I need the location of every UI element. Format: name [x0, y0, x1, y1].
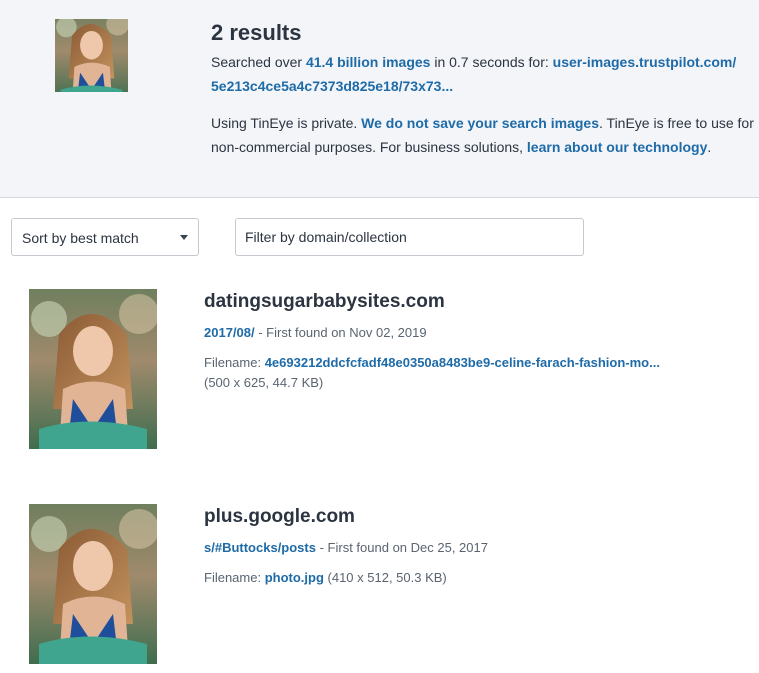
result-count-heading: 2 results	[211, 20, 302, 45]
query-image-thumbnail[interactable]	[55, 19, 128, 92]
result-filename-line: Filename: 4e693212ddcfcfadf48e0350a8483b…	[204, 355, 660, 370]
result-path-line: s/#Buttocks/posts - First found on Dec 2…	[204, 540, 488, 555]
chevron-down-icon	[180, 235, 188, 240]
technology-link[interactable]: learn about our technology	[527, 139, 707, 155]
result-first-found: - First found on Nov 02, 2019	[254, 325, 427, 340]
search-info-text: Searched over 41.4 billion images in 0.7…	[211, 50, 741, 98]
result-image-details: (410 x 512, 50.3 KB)	[323, 570, 447, 585]
images-count-link[interactable]: 41.4 billion images	[306, 54, 431, 70]
privacy-end: .	[707, 138, 712, 155]
result-image-thumbnail[interactable]	[29, 504, 157, 664]
search-info-middle: in 0.7 seconds for:	[430, 54, 553, 70]
result-path-link[interactable]: s/#Buttocks/posts	[204, 540, 316, 555]
sort-dropdown[interactable]: Sort by best match	[11, 218, 199, 256]
sort-dropdown-value: Sort by best match	[22, 230, 139, 246]
result-path-link[interactable]: 2017/08/	[204, 325, 255, 340]
result-filename-line: Filename: photo.jpg (410 x 512, 50.3 KB)	[204, 570, 447, 585]
filter-domain-input[interactable]	[235, 218, 584, 256]
search-summary-header: 2 results Searched over 41.4 billion ima…	[0, 0, 759, 198]
result-domain: datingsugarbabysites.com	[204, 291, 445, 312]
result-filename-label: Filename:	[204, 355, 265, 370]
result-filename-link[interactable]: 4e693212ddcfcfadf48e0350a8483be9-celine-…	[265, 355, 660, 370]
privacy-info-text: Using TinEye is private. We do not save …	[211, 112, 756, 159]
search-info-prefix: Searched over	[211, 54, 306, 70]
result-image-details: (500 x 625, 44.7 KB)	[204, 375, 324, 390]
result-filename-link[interactable]: photo.jpg	[265, 570, 324, 585]
privacy-prefix: Using TinEye is private.	[211, 115, 362, 131]
result-path-line: 2017/08/ - First found on Nov 02, 2019	[204, 325, 427, 340]
result-image-thumbnail[interactable]	[29, 289, 157, 449]
result-filename-label: Filename:	[204, 570, 265, 585]
privacy-link[interactable]: We do not save your search images	[361, 115, 599, 131]
result-domain: plus.google.com	[204, 506, 355, 527]
result-first-found: - First found on Dec 25, 2017	[315, 540, 488, 555]
